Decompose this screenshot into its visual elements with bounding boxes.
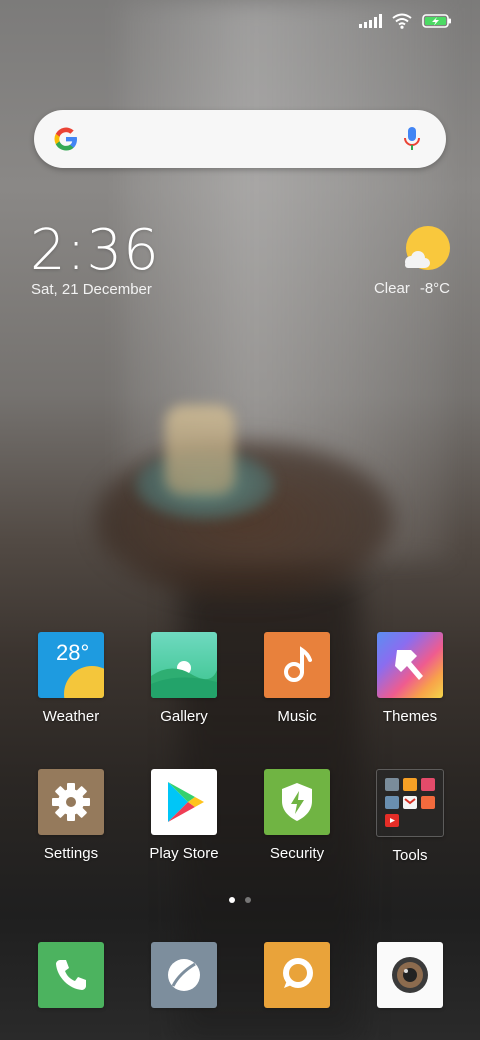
wifi-icon (392, 13, 412, 29)
camera-icon (377, 942, 443, 1008)
app-weather[interactable]: 28° Weather (16, 632, 126, 725)
app-label: Music (277, 708, 317, 725)
app-music[interactable]: Music (242, 632, 352, 725)
battery-charging-icon (422, 14, 451, 28)
dock-phone[interactable] (16, 942, 126, 1008)
app-label: Weather (42, 708, 100, 725)
wallpaper-cup (165, 405, 235, 495)
weather-icon: 28° (38, 632, 104, 698)
messages-icon (264, 942, 330, 1008)
clock-date[interactable]: Sat, 21 December (31, 281, 152, 298)
app-play-store[interactable]: Play Store (129, 769, 239, 862)
app-tools-folder[interactable]: Tools (355, 769, 465, 864)
app-security[interactable]: Security (242, 769, 352, 862)
dock-browser[interactable] (129, 942, 239, 1008)
dock-camera[interactable] (355, 942, 465, 1008)
clock-time[interactable]: 2:36 (30, 218, 160, 283)
settings-icon (38, 769, 104, 835)
weather-tile-temperature: 28° (56, 640, 90, 665)
page-indicator (0, 897, 480, 903)
weather-condition: Clear (373, 280, 410, 297)
sun-cloud-icon[interactable] (400, 224, 452, 276)
weather-summary[interactable]: Clear -8°C (374, 280, 450, 297)
page-dot-2[interactable] (245, 897, 251, 903)
music-icon (264, 632, 330, 698)
status-bar (359, 10, 452, 32)
weather-temperature: -8°C (419, 280, 450, 297)
gallery-icon (151, 632, 217, 698)
app-label: Gallery (160, 708, 208, 725)
app-label: Tools (392, 847, 428, 864)
browser-icon (151, 942, 217, 1008)
security-icon (264, 769, 330, 835)
microphone-icon[interactable] (402, 125, 422, 153)
app-label: Security (269, 845, 325, 862)
app-themes[interactable]: Themes (355, 632, 465, 725)
app-settings[interactable]: Settings (16, 769, 126, 862)
app-label: Settings (43, 845, 99, 862)
app-gallery[interactable]: Gallery (129, 632, 239, 725)
phone-icon (38, 942, 104, 1008)
dock-messages[interactable] (242, 942, 352, 1008)
google-logo-icon (54, 127, 77, 151)
google-search-bar[interactable] (34, 110, 446, 168)
play-store-icon (151, 769, 217, 835)
signal-icon (359, 14, 382, 28)
page-dot-1[interactable] (229, 897, 235, 903)
app-label: Play Store (149, 845, 219, 862)
tools-folder-icon (376, 769, 444, 837)
app-label: Themes (382, 708, 438, 725)
themes-icon (377, 632, 443, 698)
